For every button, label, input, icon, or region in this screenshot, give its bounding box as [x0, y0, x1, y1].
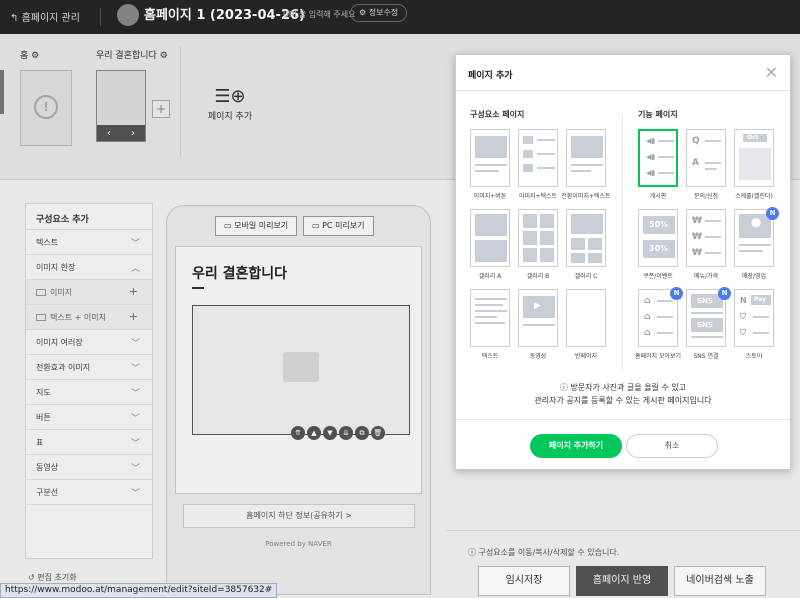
- new-badge: N: [718, 287, 731, 300]
- close-icon[interactable]: ✕: [765, 63, 778, 82]
- tile-video[interactable]: ▶: [518, 289, 558, 347]
- tile-inquiry[interactable]: Q A: [686, 129, 726, 187]
- component-pages-title: 구성요소 페이지: [470, 110, 525, 119]
- tile-blank[interactable]: [566, 289, 606, 347]
- feature-pages-title: 기능 페이지: [638, 110, 678, 119]
- won-icon: ₩: [692, 232, 702, 242]
- tile-label: 전환이미지+텍스트: [561, 193, 611, 200]
- desc-line: 관리자가 공지를 등록할 수 있는 게시판 페이지입니다: [534, 396, 712, 405]
- modal-footer: 페이지 추가하기 취소: [456, 419, 790, 471]
- coupon-30: 30%: [649, 244, 669, 253]
- home-icon: ⌂: [644, 296, 651, 306]
- tile-label: 갤러리 C: [574, 273, 598, 280]
- pay-text: Pay: [754, 296, 767, 303]
- calendar-month: Oct: [747, 134, 759, 141]
- new-badge: N: [766, 207, 779, 220]
- add-page-modal: 페이지 추가 ✕ 구성요소 페이지 기능 페이지 이미지+버튼 이미지+텍스트 …: [455, 54, 791, 470]
- tile-menu-price[interactable]: ₩ ₩ ₩: [686, 209, 726, 267]
- basket-icon: ⛉: [740, 328, 746, 337]
- cancel-button[interactable]: 취소: [626, 434, 718, 458]
- tile-image-button[interactable]: [470, 129, 510, 187]
- a-icon: A: [692, 158, 699, 168]
- naver-n-icon: N: [740, 296, 747, 305]
- tile-description: ⓘ 방문자가 사진과 글을 올릴 수 있고 관리자가 공지를 등록할 수 있는 …: [456, 381, 790, 407]
- tile-text[interactable]: [470, 289, 510, 347]
- megaphone-icon: ◀▮: [646, 137, 656, 145]
- won-icon: ₩: [692, 248, 702, 258]
- tile-transition-image-text[interactable]: [566, 129, 606, 187]
- won-icon: ₩: [692, 216, 702, 226]
- sns-text: SNS: [697, 297, 713, 305]
- megaphone-icon: ◀▮: [646, 169, 656, 177]
- tile-board[interactable]: ◀▮ ◀▮ ◀▮: [638, 129, 678, 187]
- map-pin-icon: ⬤: [751, 218, 762, 228]
- new-badge: N: [670, 287, 683, 300]
- tile-store[interactable]: N Pay ⛉ ⛉: [734, 289, 774, 347]
- tile-label: 스케줄(캘린더): [735, 193, 773, 200]
- megaphone-icon: ◀▮: [646, 153, 656, 161]
- q-icon: Q: [692, 136, 700, 146]
- tile-gallery-c[interactable]: [566, 209, 606, 267]
- coupon-50: 50%: [649, 220, 669, 229]
- divider: [622, 115, 623, 371]
- tile-gallery-b[interactable]: [518, 209, 558, 267]
- tile-coupon[interactable]: 50% 30%: [638, 209, 678, 267]
- desc-line: ⓘ 방문자가 사진과 글을 올릴 수 있고: [559, 383, 687, 392]
- tile-label: 빈페이지: [574, 353, 598, 360]
- tile-schedule[interactable]: Oct: [734, 129, 774, 187]
- add-page-confirm-button[interactable]: 페이지 추가하기: [530, 434, 622, 458]
- tile-gallery-a[interactable]: [470, 209, 510, 267]
- modal-title: 페이지 추가: [468, 71, 513, 81]
- sns-text: SNS: [697, 321, 713, 329]
- home-icon: ⌂: [644, 312, 651, 322]
- status-bar-url: https://www.modoo.at/management/edit?sit…: [0, 583, 278, 598]
- tile-label: 매장/영업: [741, 273, 767, 280]
- tile-label: 스토어: [745, 353, 763, 360]
- tile-image-text[interactable]: [518, 129, 558, 187]
- modal-header: 페이지 추가 ✕: [456, 55, 790, 91]
- basket-icon: ⛉: [740, 312, 746, 321]
- home-icon: ⌂: [644, 328, 651, 338]
- play-icon: ▶: [534, 301, 541, 311]
